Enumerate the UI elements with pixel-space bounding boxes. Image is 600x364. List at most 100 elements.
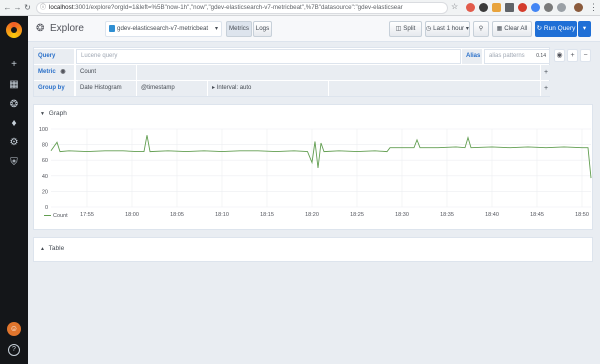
shield-icon[interactable]: ⛨ bbox=[7, 156, 21, 170]
graph-legend[interactable]: Count bbox=[44, 213, 68, 219]
clock-icon: ◷ bbox=[426, 25, 432, 32]
alerting-bell-icon[interactable]: ♦ bbox=[7, 117, 21, 131]
eye-icon[interactable]: ◉ bbox=[60, 69, 65, 75]
x-tick-label: 18:20 bbox=[305, 212, 319, 218]
y-tick-label: 60 bbox=[42, 158, 48, 164]
group-by-field[interactable]: @timestamp bbox=[137, 81, 207, 96]
x-tick-label: 18:45 bbox=[530, 212, 544, 218]
extension-icon[interactable] bbox=[492, 3, 501, 12]
refresh-icon: ↻ bbox=[536, 25, 543, 32]
y-tick-label: 100 bbox=[39, 127, 48, 133]
y-tick-label: 20 bbox=[42, 189, 48, 195]
extension-icon[interactable] bbox=[505, 3, 514, 12]
extension-icon[interactable] bbox=[518, 3, 527, 12]
extension-icon[interactable] bbox=[544, 3, 553, 12]
run-query-dropdown-button[interactable]: ▾ bbox=[578, 21, 591, 37]
extension-icon[interactable] bbox=[531, 3, 540, 12]
y-tick-label: 40 bbox=[42, 174, 48, 180]
split-button[interactable]: ◫ Split bbox=[389, 21, 422, 37]
datasource-picker[interactable]: gdev-elasticsearch-v7-metricbeat ▾ bbox=[105, 21, 222, 37]
extension-icon[interactable] bbox=[466, 3, 475, 12]
alias-label: Alias bbox=[462, 49, 483, 64]
grafana-logo-icon[interactable] bbox=[6, 22, 22, 38]
add-query-plus-icon[interactable]: + bbox=[567, 49, 578, 62]
metric-row: Metric ◉ Count + bbox=[34, 65, 551, 80]
plus-icon[interactable]: + bbox=[7, 58, 21, 72]
address-bar[interactable]: ⓘ localhost:3001/explore?orgId=1&left=%5… bbox=[36, 2, 448, 14]
table-panel-header[interactable]: ▲ Table bbox=[40, 245, 64, 252]
time-range-picker[interactable]: ◷ Last 1 hour ▾ bbox=[425, 21, 470, 37]
elasticsearch-icon bbox=[109, 25, 115, 32]
table-title: Table bbox=[48, 245, 65, 252]
split-label: Split bbox=[403, 25, 416, 32]
reload-icon[interactable]: ↻ bbox=[22, 0, 33, 16]
graph-chart[interactable]: 0 20 40 60 80 100 17:55 18:00 18:05 18:10 18:15 18:… bbox=[34, 123, 594, 229]
caret-right-icon: ▸ bbox=[212, 85, 216, 91]
alias-placeholder: alias patterns bbox=[489, 53, 525, 59]
group-by-type[interactable]: Date Histogram bbox=[76, 81, 136, 96]
chevron-down-icon: ▾ bbox=[214, 26, 218, 32]
x-tick-label: 17:55 bbox=[80, 212, 94, 218]
metric-row-fill bbox=[137, 65, 540, 80]
metric-label-text: Metric bbox=[38, 69, 56, 75]
alias-value: 0.14 bbox=[536, 53, 546, 59]
extension-icon[interactable] bbox=[479, 3, 488, 12]
profile-avatar-icon[interactable] bbox=[574, 3, 583, 12]
browser-menu-icon[interactable]: ⋮ bbox=[589, 2, 598, 12]
collapse-caret-icon: ▲ bbox=[40, 246, 45, 252]
graph-panel: ▼ Graph 0 20 40 60 80 100 17:55 18:00 18:05 18:10… bbox=[33, 104, 593, 230]
x-tick-label: 18:35 bbox=[440, 212, 454, 218]
metric-label[interactable]: Metric ◉ bbox=[34, 65, 75, 80]
help-icon[interactable]: ? bbox=[8, 344, 20, 356]
metrics-mode-button[interactable]: Metrics bbox=[226, 21, 252, 37]
url-host: localhost bbox=[49, 4, 74, 11]
browser-toolbar: ← → ↻ ⓘ localhost:3001/explore?orgId=1&l… bbox=[0, 0, 600, 16]
bookmark-star-icon[interactable]: ☆ bbox=[451, 2, 458, 11]
x-tick-label: 18:40 bbox=[485, 212, 499, 218]
x-tick-label: 18:25 bbox=[350, 212, 364, 218]
y-tick-label: 80 bbox=[42, 143, 48, 149]
sidebar: + ▦ ❂ ♦ ⚙ ⛨ ☺ ? bbox=[0, 16, 28, 364]
zoom-out-button[interactable]: ⚲ bbox=[473, 21, 489, 37]
toggle-query-eye-icon[interactable]: ◉ bbox=[554, 49, 565, 62]
page-title: Explore bbox=[50, 23, 84, 34]
configuration-gear-icon[interactable]: ⚙ bbox=[7, 136, 21, 150]
chevron-down-icon: ▾ bbox=[582, 25, 587, 32]
y-tick-label: 0 bbox=[45, 205, 48, 211]
run-query-label: Run Query bbox=[543, 25, 576, 32]
legend-swatch bbox=[44, 214, 51, 217]
zoom-out-search-icon: ⚲ bbox=[478, 25, 484, 32]
dashboards-icon[interactable]: ▦ bbox=[7, 78, 21, 92]
avatar[interactable]: ☺ bbox=[7, 322, 21, 336]
extension-icon[interactable] bbox=[557, 3, 566, 12]
split-icon: ◫ bbox=[395, 25, 402, 32]
add-group-plus-icon[interactable]: + bbox=[541, 81, 551, 96]
url-path: :3001/explore?orgId=1&left=%5B"now-1h","… bbox=[73, 4, 403, 11]
explore-compass-icon: ❂ bbox=[36, 23, 45, 34]
table-panel: ▲ Table bbox=[33, 237, 593, 262]
logs-mode-button[interactable]: Logs bbox=[253, 21, 272, 37]
time-range-label: Last 1 hour bbox=[433, 25, 465, 32]
site-info-icon[interactable]: ⓘ bbox=[40, 3, 46, 13]
run-query-button[interactable]: ↻ Run Query bbox=[535, 21, 577, 37]
collapse-caret-icon: ▼ bbox=[40, 111, 45, 117]
interval-setting[interactable]: ▸ Interval: auto bbox=[208, 81, 328, 96]
trash-icon: ▦ bbox=[496, 25, 503, 32]
add-metric-plus-icon[interactable]: + bbox=[541, 65, 551, 80]
explore-compass-icon[interactable]: ❂ bbox=[7, 98, 21, 112]
alias-input[interactable]: alias patterns 0.14 bbox=[484, 49, 550, 64]
metric-type[interactable]: Count bbox=[76, 65, 136, 80]
query-label: Query bbox=[34, 49, 75, 64]
remove-query-minus-icon[interactable]: − bbox=[580, 49, 591, 62]
clear-all-label: Clear All bbox=[504, 25, 528, 32]
clear-all-button[interactable]: ▦ Clear All bbox=[492, 21, 532, 37]
x-tick-label: 18:05 bbox=[170, 212, 184, 218]
graph-panel-header[interactable]: ▼ Graph bbox=[40, 110, 67, 117]
x-tick-label: 18:00 bbox=[125, 212, 139, 218]
query-input[interactable]: Lucene query bbox=[76, 49, 461, 64]
group-by-label: Group by bbox=[34, 81, 75, 96]
query-editor: Query Lucene query Alias alias patterns … bbox=[33, 47, 551, 97]
chevron-down-icon: ▾ bbox=[465, 25, 469, 32]
x-tick-label: 18:10 bbox=[215, 212, 229, 218]
query-row: Query Lucene query Alias alias patterns … bbox=[34, 49, 551, 64]
